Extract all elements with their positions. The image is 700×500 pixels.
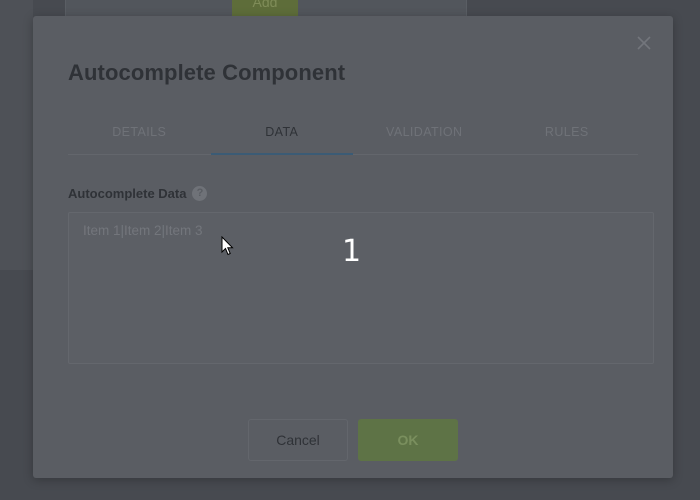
modal-title: Autocomplete Component: [68, 60, 346, 85]
background-add-button: Add: [232, 0, 298, 16]
tab-data[interactable]: DATA: [210, 120, 354, 155]
cancel-button[interactable]: Cancel: [248, 419, 348, 461]
autocomplete-data-label-row: Autocomplete Data ?: [68, 186, 208, 201]
background-sidebar: [0, 0, 33, 270]
tab-details[interactable]: DETAILS: [68, 120, 211, 154]
background-add-label: Add: [252, 0, 278, 10]
autocomplete-modal: Autocomplete Component DETAILS DATA VALI…: [33, 16, 673, 478]
step-marker: 1: [342, 234, 362, 269]
tab-bar: DETAILS DATA VALIDATION RULES: [68, 120, 638, 155]
ok-button[interactable]: OK: [358, 419, 458, 461]
close-icon[interactable]: [635, 34, 653, 52]
question-mark-icon[interactable]: ?: [192, 186, 208, 201]
autocomplete-data-label: Autocomplete Data: [68, 186, 187, 201]
tab-validation[interactable]: VALIDATION: [353, 120, 496, 154]
mouse-pointer-icon: [221, 235, 235, 256]
tab-rules[interactable]: RULES: [496, 120, 639, 154]
